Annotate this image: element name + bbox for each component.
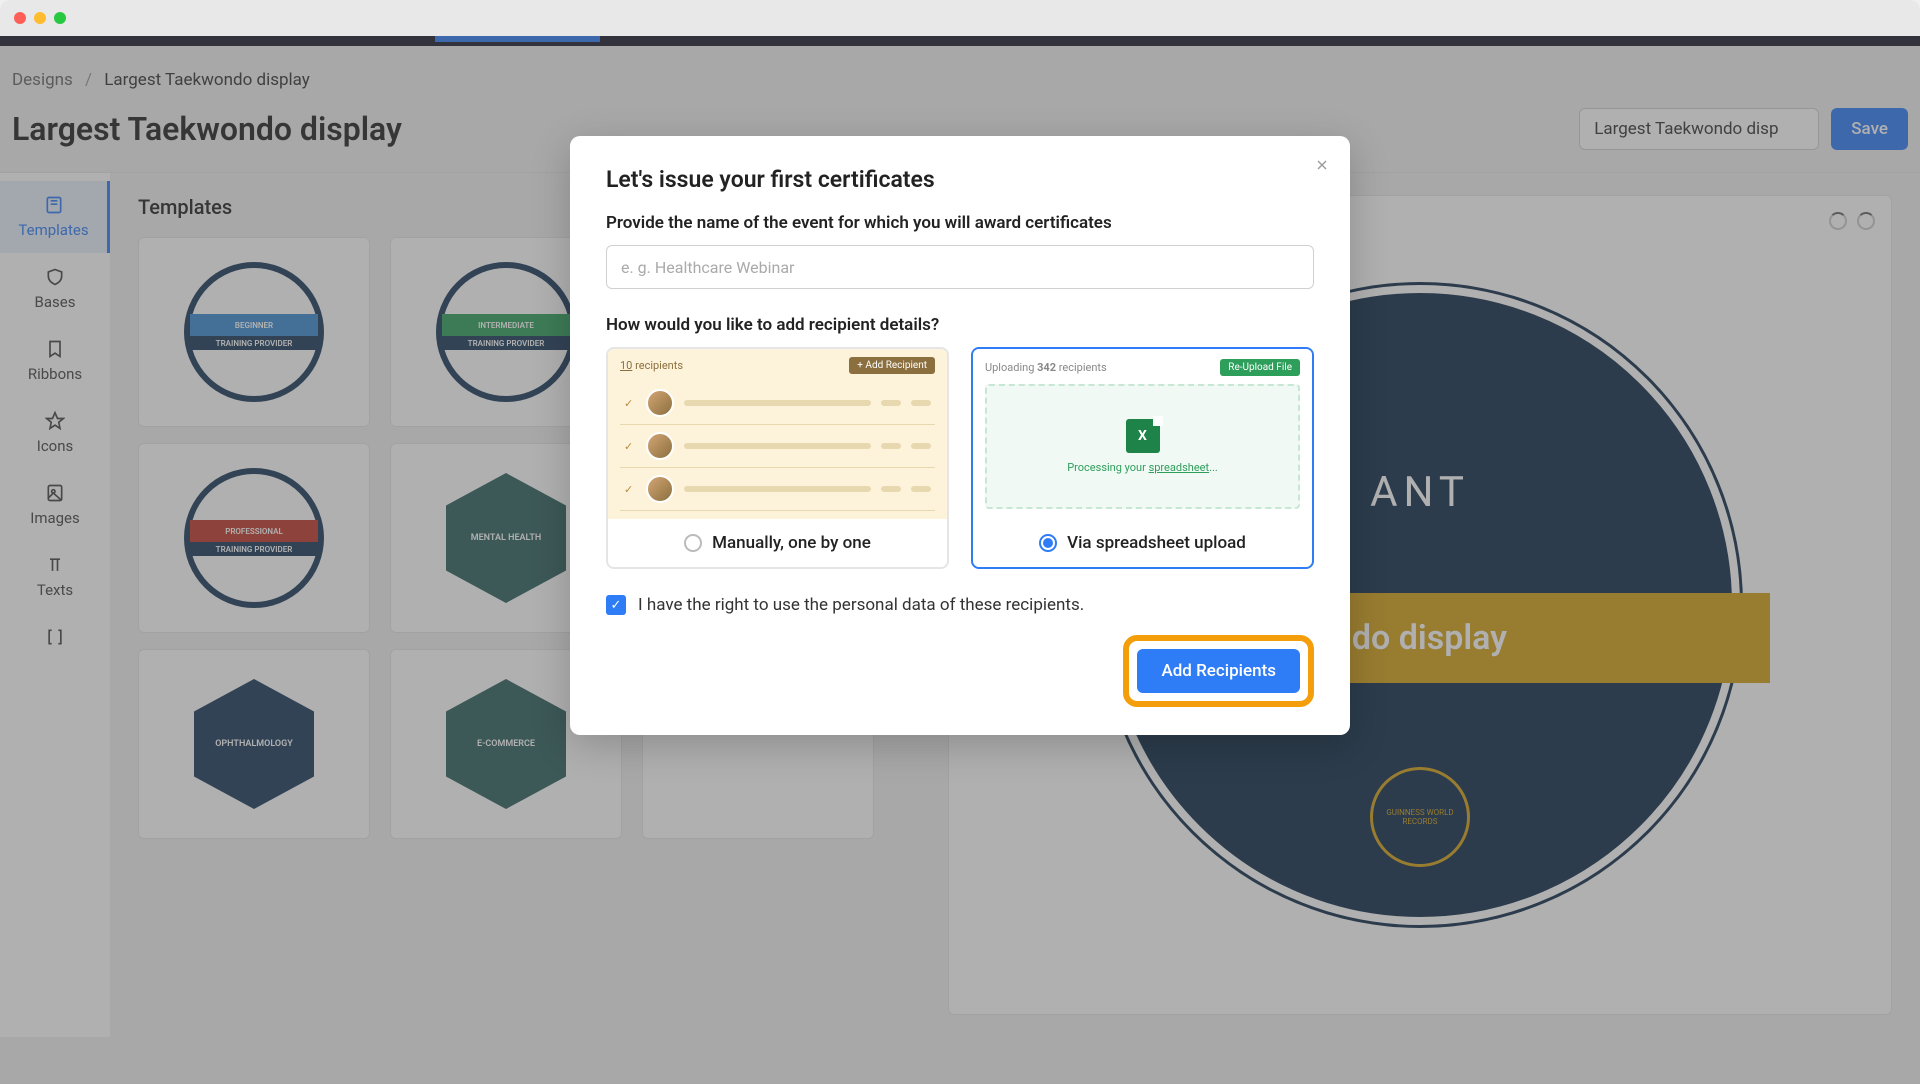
modal-overlay: Let's issue your first certificates Prov… <box>0 36 1920 1084</box>
radio-spreadsheet[interactable] <box>1039 534 1057 552</box>
manual-preview: 10 recipients + Add Recipient ✓ ✓ ✓ <box>608 349 947 519</box>
event-name-label: Provide the name of the event for which … <box>606 213 1314 233</box>
spreadsheet-preview: Uploading 342 recipients Re-Upload File … <box>973 349 1312 519</box>
avatar-icon <box>646 432 674 460</box>
event-name-input[interactable] <box>606 245 1314 289</box>
option-manual[interactable]: 10 recipients + Add Recipient ✓ ✓ ✓ Manu… <box>606 347 949 569</box>
method-label: How would you like to add recipient deta… <box>606 315 1314 335</box>
radio-manual-label: Manually, one by one <box>712 533 871 553</box>
issue-certificates-modal: Let's issue your first certificates Prov… <box>570 136 1350 735</box>
avatar-icon <box>646 475 674 503</box>
close-window-dot[interactable] <box>14 12 26 24</box>
radio-spreadsheet-label: Via spreadsheet upload <box>1067 533 1246 553</box>
highlight-ring: Add Recipients <box>1123 635 1314 707</box>
recipient-method-options: 10 recipients + Add Recipient ✓ ✓ ✓ Manu… <box>606 347 1314 569</box>
close-modal-button[interactable] <box>1314 154 1330 178</box>
modal-title: Let's issue your first certificates <box>606 166 1314 193</box>
option-spreadsheet[interactable]: Uploading 342 recipients Re-Upload File … <box>971 347 1314 569</box>
minimize-window-dot[interactable] <box>34 12 46 24</box>
consent-text: I have the right to use the personal dat… <box>638 595 1084 615</box>
excel-icon: X <box>1126 419 1160 453</box>
consent-checkbox[interactable]: ✓ <box>606 595 626 615</box>
reupload-pill: Re-Upload File <box>1220 359 1300 376</box>
window-titlebar <box>0 0 1920 36</box>
maximize-window-dot[interactable] <box>54 12 66 24</box>
add-recipient-pill: + Add Recipient <box>849 357 935 374</box>
close-icon <box>1314 157 1330 173</box>
add-recipients-button[interactable]: Add Recipients <box>1137 649 1300 693</box>
consent-row: ✓ I have the right to use the personal d… <box>606 595 1314 615</box>
avatar-icon <box>646 389 674 417</box>
radio-manual[interactable] <box>684 534 702 552</box>
modal-footer: Add Recipients <box>606 635 1314 707</box>
dropzone: X Processing your spreadsheet... <box>985 384 1300 509</box>
